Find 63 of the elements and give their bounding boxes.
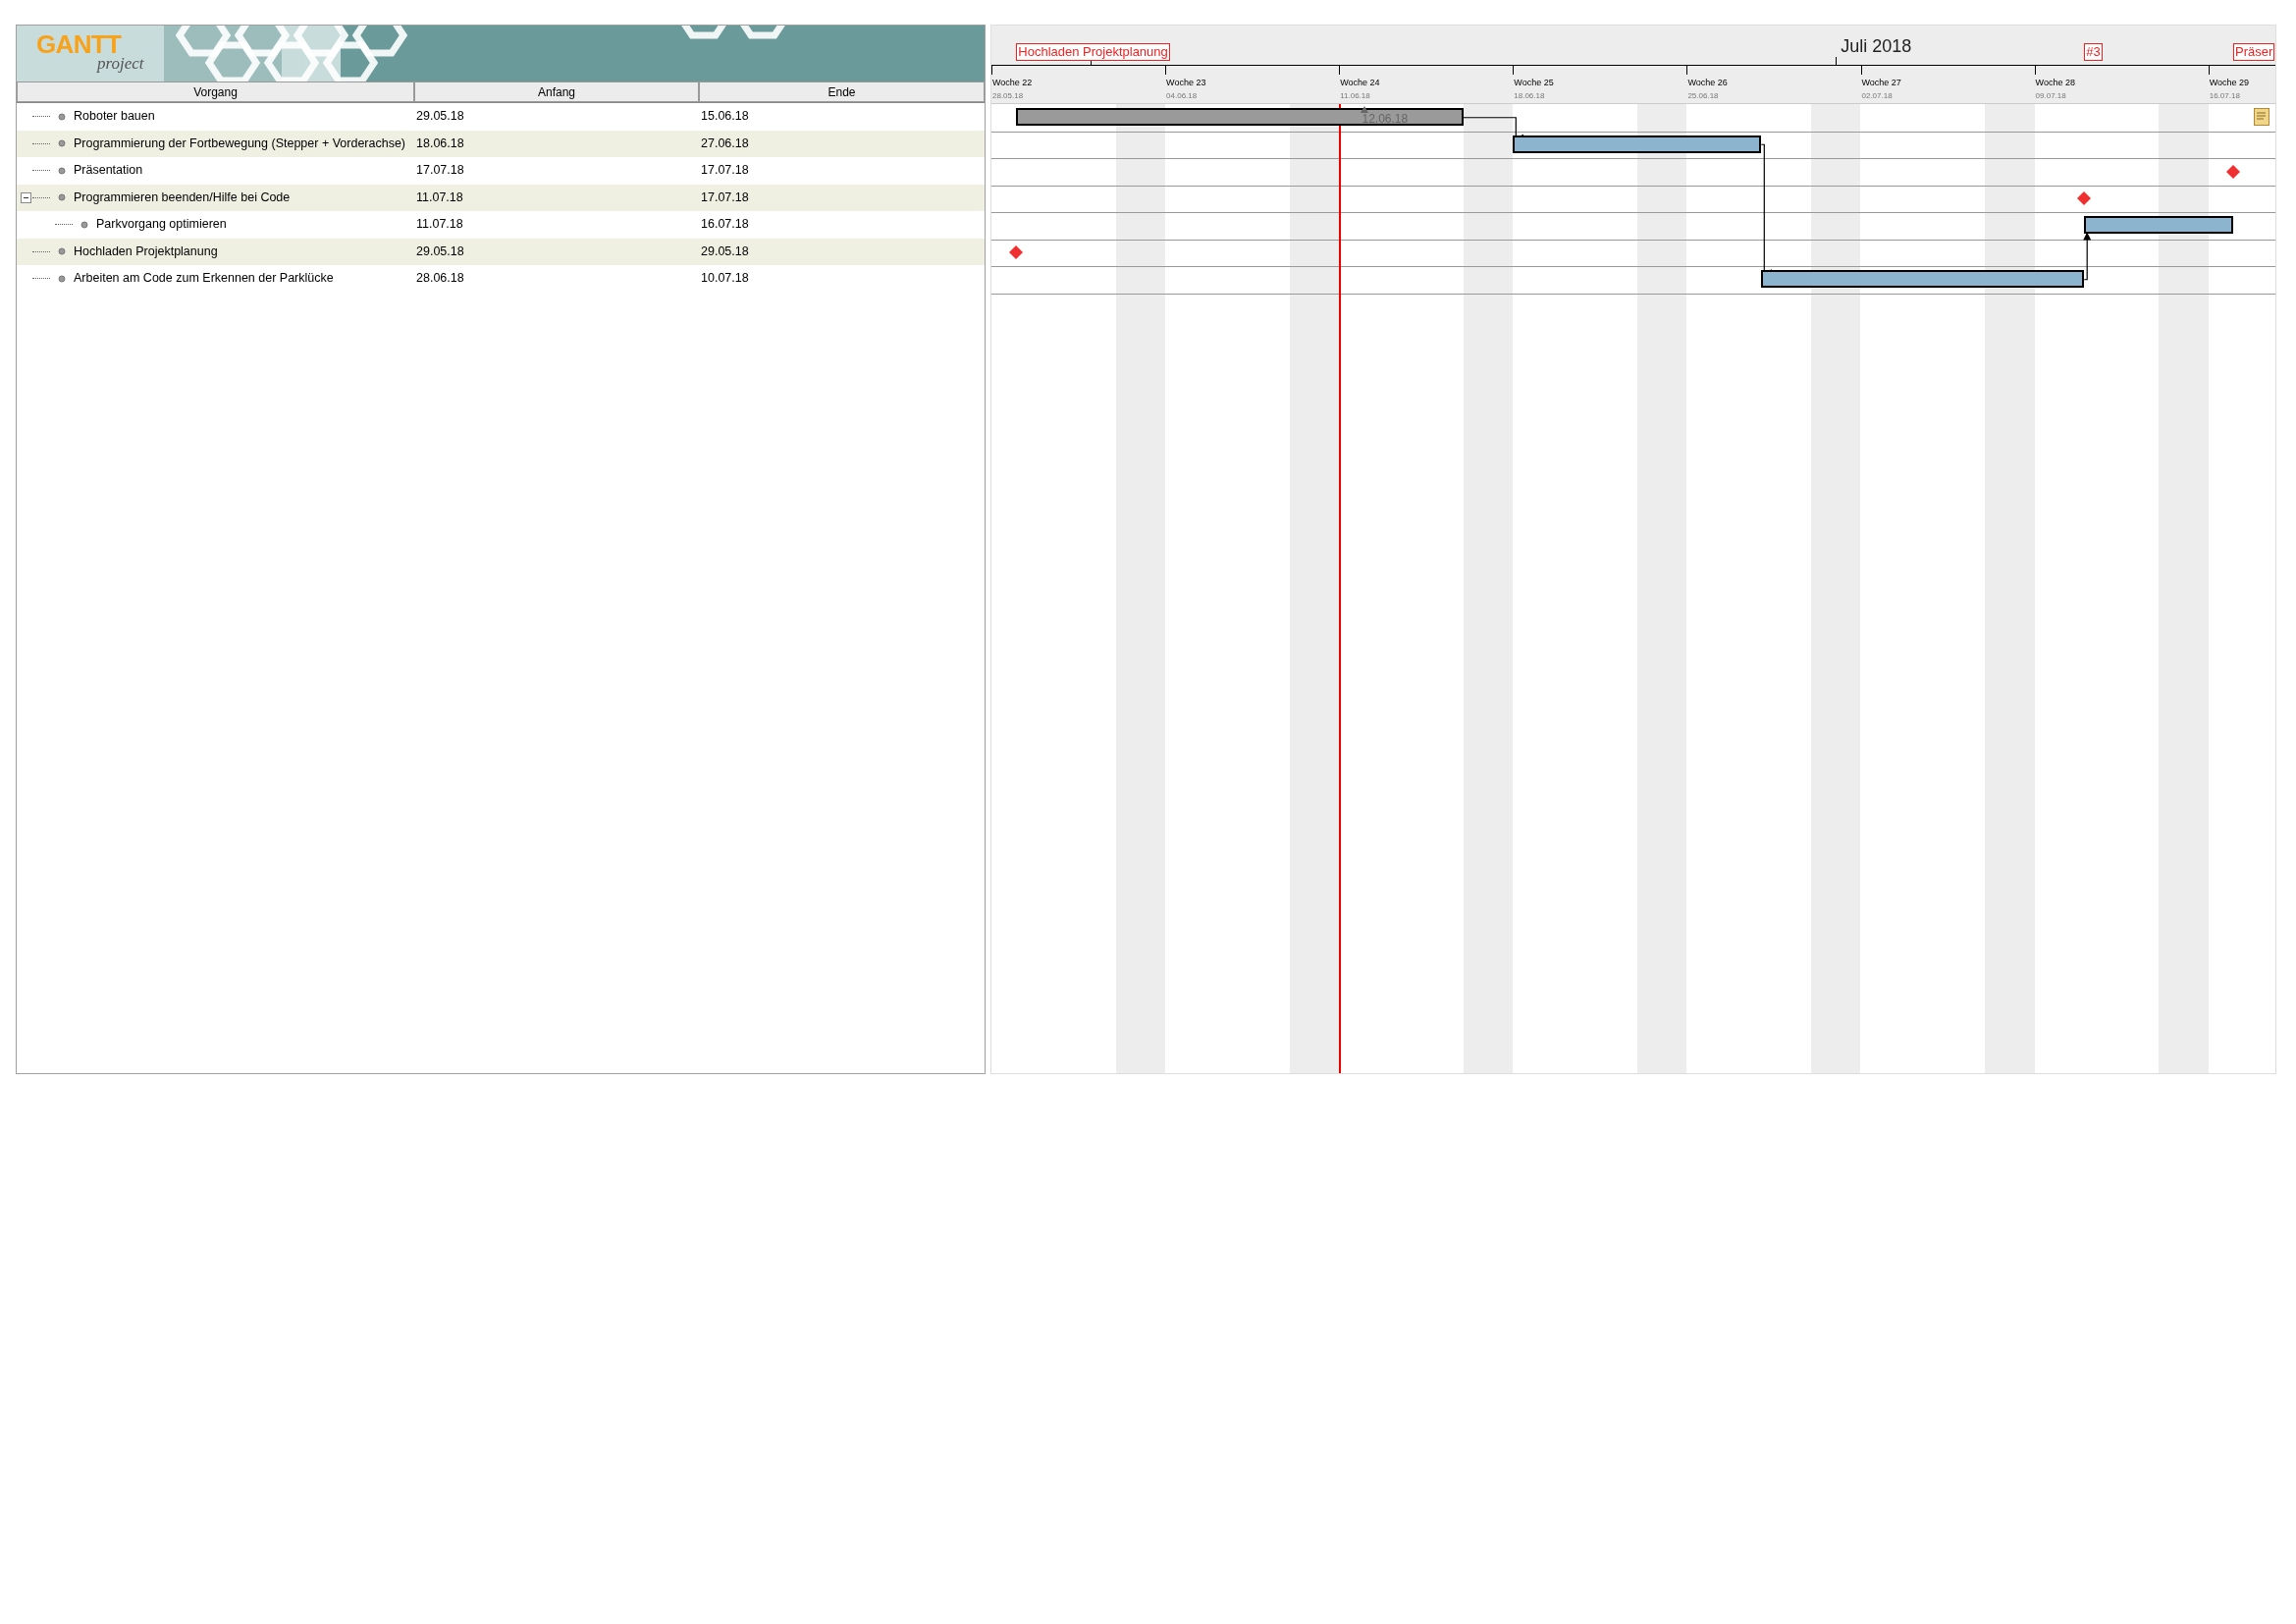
week-date: 11.06.18: [1340, 90, 1370, 102]
bullet-icon: [80, 220, 88, 229]
bullet-icon: [58, 112, 66, 121]
column-header[interactable]: Anfang: [414, 81, 699, 102]
end-date: 29.05.18: [701, 244, 749, 258]
logo-subtext: project: [97, 55, 144, 72]
column-header[interactable]: Vorgang: [17, 81, 414, 102]
end-date: 16.07.18: [701, 217, 749, 232]
start-date: 11.07.18: [416, 189, 463, 204]
week-label: Woche 29: [2209, 77, 2250, 89]
week-date: 16.07.18: [2209, 90, 2240, 102]
bullet-icon: [58, 274, 66, 283]
dependency-arrow: [2083, 231, 2092, 281]
milestone-label: #3: [2084, 43, 2103, 61]
week-label: Woche 28: [2035, 77, 2075, 89]
start-date: 18.06.18: [416, 135, 464, 150]
milestone-diamond[interactable]: [1008, 244, 1025, 261]
task-bar[interactable]: [1761, 270, 2085, 288]
week-date: 04.06.18: [1166, 90, 1198, 102]
week-date: 02.07.18: [1861, 90, 1893, 102]
week-label: Woche 26: [1687, 77, 1728, 89]
bullet-icon: [58, 139, 66, 148]
task-name[interactable]: Präsentation: [74, 161, 143, 181]
start-date: 29.05.18: [416, 244, 464, 258]
end-date: 10.07.18: [701, 271, 749, 286]
task-name[interactable]: Programmieren beenden/Hilfe bei Code: [74, 188, 291, 207]
task-name[interactable]: Hochladen Projektplanung: [74, 242, 218, 261]
task-bar[interactable]: [1016, 108, 1464, 126]
collapse-icon[interactable]: [21, 191, 31, 203]
start-date: 11.07.18: [416, 217, 463, 232]
end-date: 27.06.18: [701, 135, 749, 150]
end-date: 17.07.18: [701, 163, 749, 178]
end-date: 15.06.18: [701, 109, 749, 124]
end-date: 17.07.18: [701, 189, 749, 204]
task-bar[interactable]: [1513, 135, 1762, 153]
week-date: 09.07.18: [2035, 90, 2066, 102]
bullet-icon: [58, 193, 66, 202]
start-date: 29.05.18: [416, 109, 464, 124]
column-header[interactable]: Ende: [699, 81, 985, 102]
bullet-icon: [58, 247, 66, 256]
week-label: Woche 22: [992, 77, 1033, 89]
task-name[interactable]: Programmierung der Fortbewegung (Stepper + Vorderachse): [74, 134, 406, 153]
week-label: Woche 27: [1861, 77, 1901, 89]
week-label: Woche 25: [1514, 77, 1554, 89]
milestone-label: Hochladen Projektplanung: [1016, 43, 1170, 61]
milestone-label: Präser: [2233, 43, 2275, 61]
week-date: 25.06.18: [1687, 90, 1719, 102]
week-date: 18.06.18: [1514, 90, 1545, 102]
progress-marker-icon: [1360, 106, 1368, 113]
week-label: Woche 24: [1340, 77, 1380, 89]
month-label: Juli 2018: [1841, 35, 1912, 58]
bullet-icon: [58, 166, 66, 175]
milestone-diamond[interactable]: [2225, 163, 2241, 180]
logo-text: GANTT: [36, 31, 122, 57]
milestone-diamond[interactable]: [2076, 190, 2093, 207]
week-date: 28.05.18: [992, 90, 1024, 102]
task-name[interactable]: Roboter bauen: [74, 107, 155, 127]
task-name[interactable]: Parkvorgang optimieren: [96, 215, 227, 235]
task-bar[interactable]: [2084, 216, 2233, 234]
start-date: 28.06.18: [416, 271, 464, 286]
start-date: 17.07.18: [416, 163, 464, 178]
task-name[interactable]: Arbeiten am Code zum Erkennen der Parklücke: [74, 269, 334, 289]
week-label: Woche 23: [1166, 77, 1206, 89]
